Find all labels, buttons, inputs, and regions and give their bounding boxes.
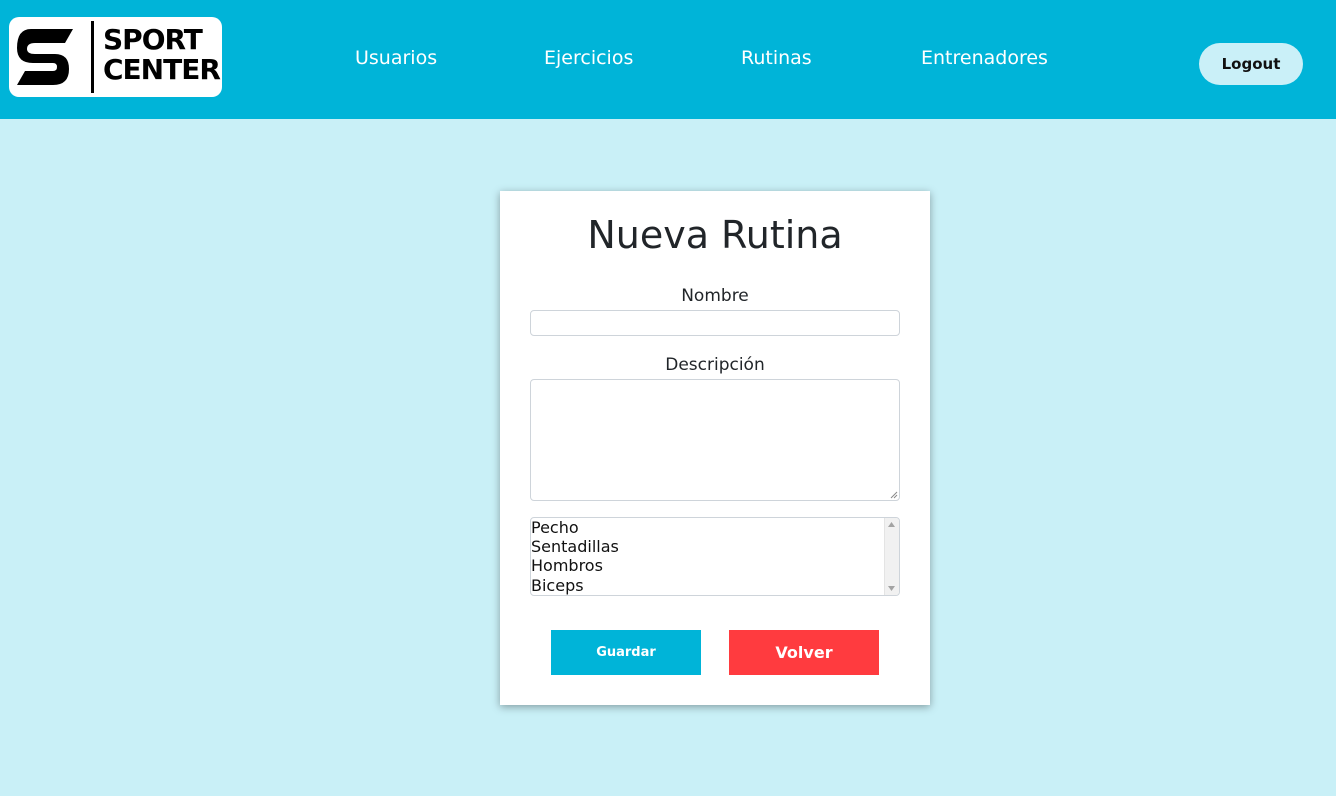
exercise-option-hombros[interactable]: Hombros xyxy=(531,556,603,575)
resize-grip-icon[interactable] xyxy=(890,491,898,499)
main-nav: Usuarios Ejercicios Rutinas Entrenadores xyxy=(0,44,1336,74)
exercise-option-pecho[interactable]: Pecho xyxy=(531,518,579,537)
top-header: SPORT CENTER Usuarios Ejercicios Rutinas… xyxy=(0,0,1336,119)
nombre-input[interactable] xyxy=(530,310,900,336)
logout-button[interactable]: Logout xyxy=(1199,43,1303,85)
listbox-scrollbar[interactable] xyxy=(884,518,899,595)
nav-rutinas[interactable]: Rutinas xyxy=(741,44,812,72)
nav-usuarios[interactable]: Usuarios xyxy=(355,44,437,72)
back-button[interactable]: Volver xyxy=(729,630,879,675)
exercise-multiselect[interactable]: Pecho Sentadillas Hombros Biceps xyxy=(530,517,900,596)
nav-entrenadores[interactable]: Entrenadores xyxy=(921,44,1048,72)
scroll-up-icon[interactable] xyxy=(887,521,896,528)
new-routine-form-card: Nueva Rutina Nombre Descripción Pecho Se… xyxy=(500,191,930,705)
nombre-label: Nombre xyxy=(681,286,749,306)
scroll-down-icon[interactable] xyxy=(887,585,896,592)
save-button[interactable]: Guardar xyxy=(551,630,701,675)
descripcion-textarea[interactable] xyxy=(530,379,900,501)
form-title: Nueva Rutina xyxy=(587,213,843,257)
nav-ejercicios[interactable]: Ejercicios xyxy=(544,44,633,72)
exercise-option-biceps[interactable]: Biceps xyxy=(531,576,584,595)
descripcion-label: Descripción xyxy=(665,355,765,375)
exercise-option-sentadillas[interactable]: Sentadillas xyxy=(531,537,619,556)
